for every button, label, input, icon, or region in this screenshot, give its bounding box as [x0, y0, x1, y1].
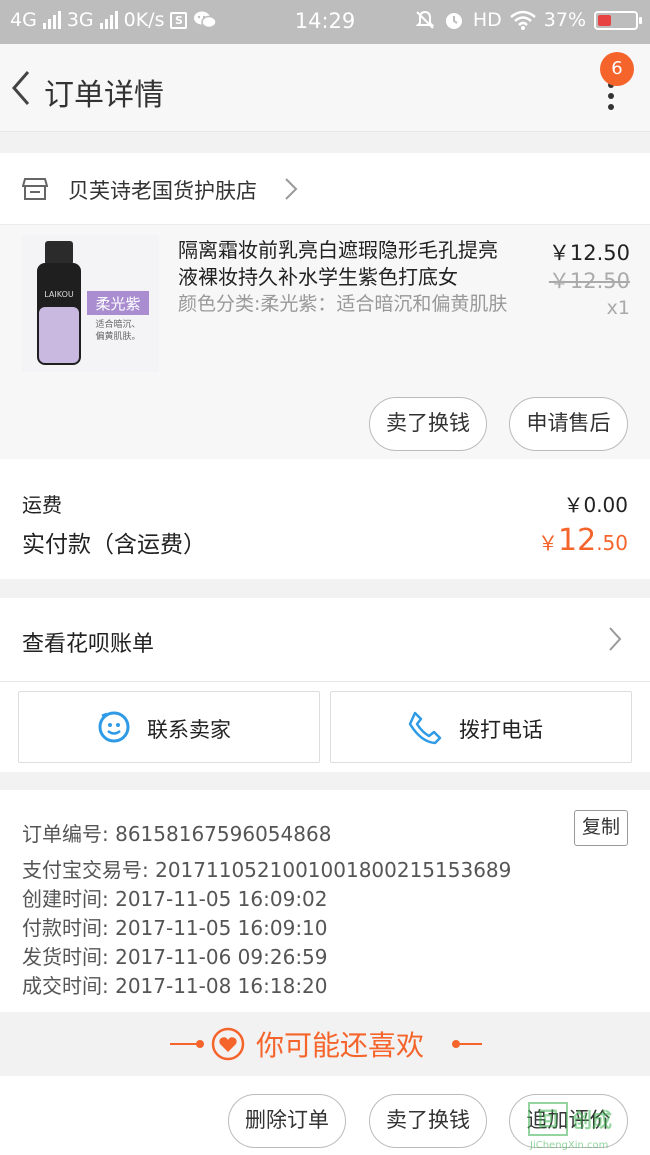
watermark-url: JiChengXin.com: [530, 1140, 609, 1151]
shipping-value: ￥0.00: [563, 493, 628, 517]
shop-header[interactable]: 贝芙诗老国货护肤店: [0, 153, 650, 225]
huabei-label: 查看花呗账单: [22, 632, 155, 657]
sell-item-bottom-button[interactable]: 卖了换钱: [369, 1094, 487, 1148]
huabei-bill-row[interactable]: 查看花呗账单: [0, 598, 650, 682]
created-time: 创建时间: 2017-11-05 16:09:02: [22, 887, 328, 911]
order-info: 订单编号: 86158167596054868 复制 支付宝交易号: 20171…: [0, 790, 650, 1012]
product-image[interactable]: LAIKOU 柔光紫 适合暗沉、 偏黄肌肤。: [22, 235, 159, 372]
product-quantity: x1: [606, 297, 630, 319]
shipped-time: 发货时间: 2017-11-06 09:26:59: [22, 945, 328, 969]
alarm-icon: [445, 13, 462, 29]
page-title: 订单详情: [44, 78, 164, 113]
product-original-price: ￥12.50: [548, 269, 630, 293]
message-badge[interactable]: 6: [600, 52, 634, 86]
shop-name[interactable]: 贝芙诗老国货护肤店: [68, 175, 257, 205]
contact-seller-label: 联系卖家: [147, 718, 231, 742]
paid-label: 实付款（含运费）: [22, 532, 206, 558]
call-label: 拨打电话: [459, 718, 543, 742]
after-sale-button[interactable]: 申请售后: [509, 397, 628, 451]
order-item-card: 贝芙诗老国货护肤店 LAIKOU 柔光紫 适合暗沉、 偏黄肌肤。 隔离霜妆前乳亮…: [0, 153, 650, 459]
delete-order-button[interactable]: 删除订单: [228, 1094, 346, 1148]
paid-currency: ￥: [538, 531, 558, 555]
paid-time: 付款时间: 2017-11-05 16:09:10: [22, 916, 328, 940]
sell-item-button[interactable]: 卖了换钱: [369, 397, 487, 451]
chat-bubble-icon: [98, 711, 130, 743]
divider-dot-left: [196, 1040, 204, 1048]
contact-seller-button[interactable]: 联系卖家: [18, 691, 320, 763]
shipping-label: 运费: [22, 493, 62, 517]
paid-amount: ￥12.50: [538, 523, 628, 558]
recommend-header: 你可能还喜欢: [0, 1012, 650, 1076]
product-sku: 颜色分类:柔光紫：适合暗沉和偏黄肌肤: [178, 293, 508, 315]
alipay-number: 支付宝交易号: 2017110521001001800215153689: [22, 858, 512, 882]
recommend-title: 你可能还喜欢: [256, 1029, 425, 1062]
battery-icon: [594, 10, 642, 30]
product-title[interactable]: 隔离霜妆前乳亮白遮瑕隐形毛孔提亮液裸妆持久补水学生紫色打底女: [178, 237, 508, 291]
mute-bell-icon: [415, 10, 435, 29]
watermark-text: 创成: [572, 1108, 612, 1132]
contact-row: 联系卖家 拨打电话: [0, 682, 650, 772]
heart-icon: [211, 1027, 245, 1061]
shop-icon: [22, 178, 48, 200]
more-menu-icon[interactable]: [606, 82, 616, 112]
divider-line-right: [456, 1043, 482, 1045]
fee-summary: 运费 ￥0.00 实付款（含运费） ￥12.50: [0, 459, 650, 579]
product-price: ￥12.50: [548, 241, 630, 265]
chevron-right-icon: [609, 627, 622, 651]
product-brand-text: LAIKOU: [44, 290, 74, 299]
product-bottle-image: LAIKOU 柔光紫 适合暗沉、 偏黄肌肤。: [22, 235, 159, 372]
navbar: 订单详情 6: [0, 44, 650, 132]
product-tag-text: 柔光紫: [95, 295, 140, 313]
completed-time: 成交时间: 2017-11-08 16:18:20: [22, 974, 328, 998]
wifi-icon: [509, 10, 536, 30]
hd-indicator: HD: [472, 9, 502, 31]
phone-icon: [408, 711, 442, 745]
status-right: HD 37%: [415, 9, 642, 31]
watermark-logo: 回: [528, 1102, 568, 1136]
product-note-2: 偏黄肌肤。: [95, 330, 140, 342]
paid-decimal: .50: [596, 531, 628, 555]
paid-integer: 12: [558, 523, 597, 558]
order-number: 订单编号: 86158167596054868: [22, 822, 332, 846]
product-note-1: 适合暗沉、: [95, 318, 140, 330]
copy-button[interactable]: 复制: [574, 810, 628, 846]
site-watermark: 回 创成 JiChengXin.com: [528, 1102, 646, 1152]
status-bar: 4G 3G 0K/s S 14:29 HD 37%: [0, 0, 650, 44]
chevron-right-icon: [285, 178, 298, 200]
battery-percent: 37%: [543, 9, 586, 31]
back-arrow-icon[interactable]: [8, 68, 38, 108]
battery-level: [598, 14, 612, 26]
call-button[interactable]: 拨打电话: [330, 691, 632, 763]
